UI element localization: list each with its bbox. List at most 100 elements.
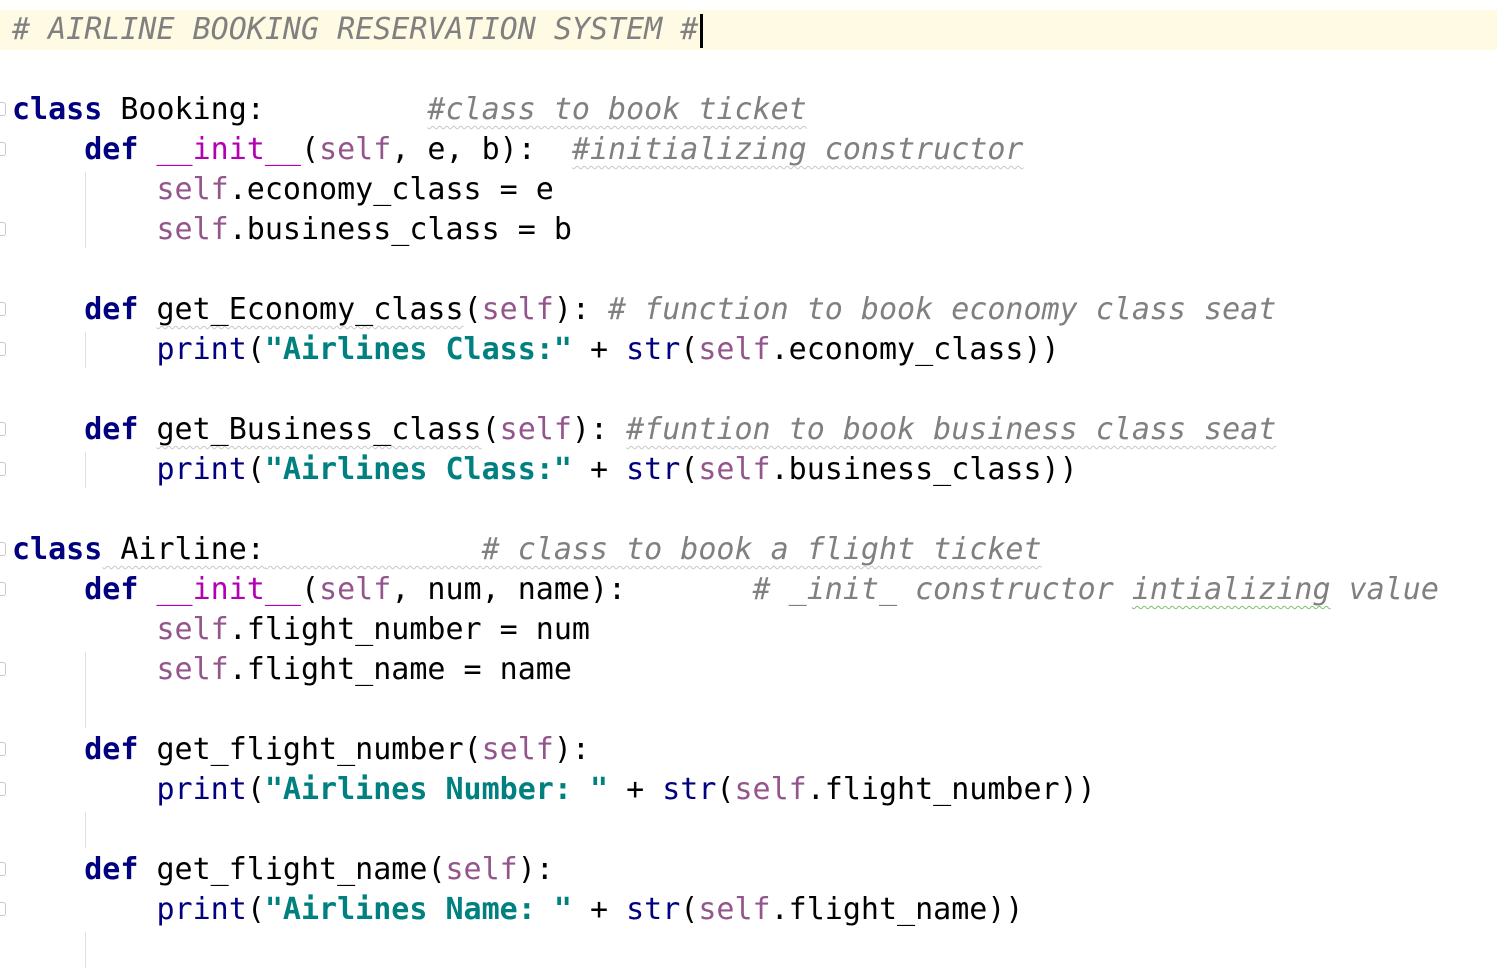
code-line[interactable]: print("Airlines Number: " + str(self.fli… bbox=[0, 770, 1497, 810]
code-line[interactable]: # AIRLINE BOOKING RESERVATION SYSTEM # bbox=[0, 10, 1497, 50]
code-token-plain: ): bbox=[571, 412, 627, 447]
fold-marker-icon[interactable] bbox=[0, 782, 6, 796]
fold-marker-icon[interactable] bbox=[0, 542, 6, 556]
code-line[interactable]: print("Airlines Class:" + str(self.econo… bbox=[0, 330, 1497, 370]
code-token-fn: get_flight_number bbox=[156, 732, 464, 767]
fold-marker-icon[interactable] bbox=[0, 222, 6, 236]
code-token-cm: intializing bbox=[1131, 572, 1331, 607]
code-token-plain: + bbox=[608, 772, 663, 807]
fold-marker-icon[interactable] bbox=[0, 862, 6, 876]
code-token-str: "Airlines Number: " bbox=[264, 772, 609, 807]
indent-guide bbox=[85, 172, 86, 248]
code-line[interactable]: def get_Economy_class(self): # function … bbox=[0, 290, 1497, 330]
code-token-plain: .economy_class = e bbox=[228, 172, 554, 207]
code-editor[interactable]: # AIRLINE BOOKING RESERVATION SYSTEM # cl… bbox=[0, 10, 1497, 968]
code-line[interactable]: self.economy_class = e bbox=[0, 170, 1497, 210]
code-token-plain: .business_class)) bbox=[770, 452, 1078, 487]
code-token-bi: print bbox=[156, 332, 247, 367]
code-token-plain: ( bbox=[301, 132, 320, 167]
fold-marker-icon[interactable] bbox=[0, 742, 6, 756]
code-token-fn: get_Economy_class bbox=[156, 292, 464, 327]
code-line[interactable] bbox=[0, 490, 1497, 530]
code-token-kw: def bbox=[84, 852, 139, 887]
code-token-str: "Airlines Name: " bbox=[264, 892, 572, 927]
code-token-cm: #class to book ticket bbox=[427, 92, 807, 127]
code-line[interactable]: print("Airlines Class:" + str(self.busin… bbox=[0, 450, 1497, 490]
code-line[interactable]: def get_flight_number(self): bbox=[0, 730, 1497, 770]
code-token-plain: ( bbox=[246, 892, 265, 927]
code-token-self: self bbox=[698, 892, 771, 927]
fold-marker-icon[interactable] bbox=[0, 462, 6, 476]
code-token-fn: get_flight_name bbox=[156, 852, 428, 887]
fold-marker-icon[interactable] bbox=[0, 142, 6, 156]
code-token-plain: .flight_number)) bbox=[806, 772, 1096, 807]
code-token-self: self bbox=[481, 732, 554, 767]
indent-guide bbox=[85, 332, 86, 368]
fold-marker-icon[interactable] bbox=[0, 342, 6, 356]
code-token-self: self bbox=[734, 772, 807, 807]
code-line[interactable]: self.flight_name = name bbox=[0, 650, 1497, 690]
code-line[interactable]: def __init__(self, num, name): # _init_ … bbox=[0, 570, 1497, 610]
code-token-self: self bbox=[319, 572, 392, 607]
code-token-self: self bbox=[445, 852, 518, 887]
code-token-plain: Booking: bbox=[102, 92, 428, 127]
code-line[interactable]: class Booking: #class to book ticket bbox=[0, 90, 1497, 130]
code-line[interactable]: self.flight_number = num bbox=[0, 610, 1497, 650]
code-token-plain: ( bbox=[463, 292, 482, 327]
code-line[interactable] bbox=[0, 810, 1497, 850]
code-token-cm: # _init_ constructor bbox=[752, 572, 1132, 607]
code-token-plain: ( bbox=[680, 452, 699, 487]
code-token-plain: ( bbox=[716, 772, 735, 807]
code-token-bi: str bbox=[626, 452, 681, 487]
code-token-plain: ( bbox=[246, 332, 265, 367]
indent-guide bbox=[85, 452, 86, 488]
code-token-plain: ( bbox=[246, 772, 265, 807]
code-token-plain: ( bbox=[246, 452, 265, 487]
code-line[interactable]: def __init__(self, e, b): #initializing … bbox=[0, 130, 1497, 170]
code-line[interactable] bbox=[0, 370, 1497, 410]
code-line[interactable]: def get_Business_class(self): #funtion t… bbox=[0, 410, 1497, 450]
code-token-plain: .economy_class)) bbox=[770, 332, 1060, 367]
code-line[interactable] bbox=[0, 250, 1497, 290]
fold-marker-icon[interactable] bbox=[0, 302, 6, 316]
fold-marker-icon[interactable] bbox=[0, 582, 6, 596]
indent-guide bbox=[85, 932, 86, 968]
code-token-cm: #funtion to book business class seat bbox=[626, 412, 1277, 447]
fold-marker-icon[interactable] bbox=[0, 902, 6, 916]
code-line[interactable]: class Airline: # class to book a flight … bbox=[0, 530, 1497, 570]
code-token-plain: + bbox=[571, 332, 627, 367]
code-token-cm: #initializing constructor bbox=[571, 132, 1024, 167]
code-token-plain: + bbox=[571, 452, 627, 487]
code-token-plain: ( bbox=[463, 732, 482, 767]
code-token-cm: value bbox=[1330, 572, 1439, 607]
code-line[interactable]: self.business_class = b bbox=[0, 210, 1497, 250]
fold-marker-icon[interactable] bbox=[0, 662, 6, 676]
code-token-bi: print bbox=[156, 772, 247, 807]
code-token-cm: # class to book a flight ticket bbox=[481, 532, 1042, 567]
code-token-self: self bbox=[698, 332, 771, 367]
code-line[interactable] bbox=[0, 50, 1497, 90]
code-line[interactable]: def get_flight_name(self): bbox=[0, 850, 1497, 890]
code-line[interactable] bbox=[0, 690, 1497, 730]
code-token-plain: .flight_name)) bbox=[770, 892, 1024, 927]
fold-marker-icon[interactable] bbox=[0, 102, 6, 116]
code-token-plain: .flight_number = num bbox=[228, 612, 590, 647]
code-token-plain: .flight_name = name bbox=[228, 652, 572, 687]
code-token-plain: ( bbox=[427, 852, 446, 887]
code-token-plain: + bbox=[571, 892, 627, 927]
indent-guide bbox=[85, 652, 86, 728]
code-token-dunder: __init__ bbox=[156, 572, 302, 607]
code-line[interactable]: print("Airlines Name: " + str(self.fligh… bbox=[0, 890, 1497, 930]
code-token-plain: ): bbox=[517, 852, 554, 887]
fold-marker-icon[interactable] bbox=[0, 422, 6, 436]
code-token-self: self bbox=[481, 292, 554, 327]
code-token-kw: def bbox=[84, 412, 139, 447]
